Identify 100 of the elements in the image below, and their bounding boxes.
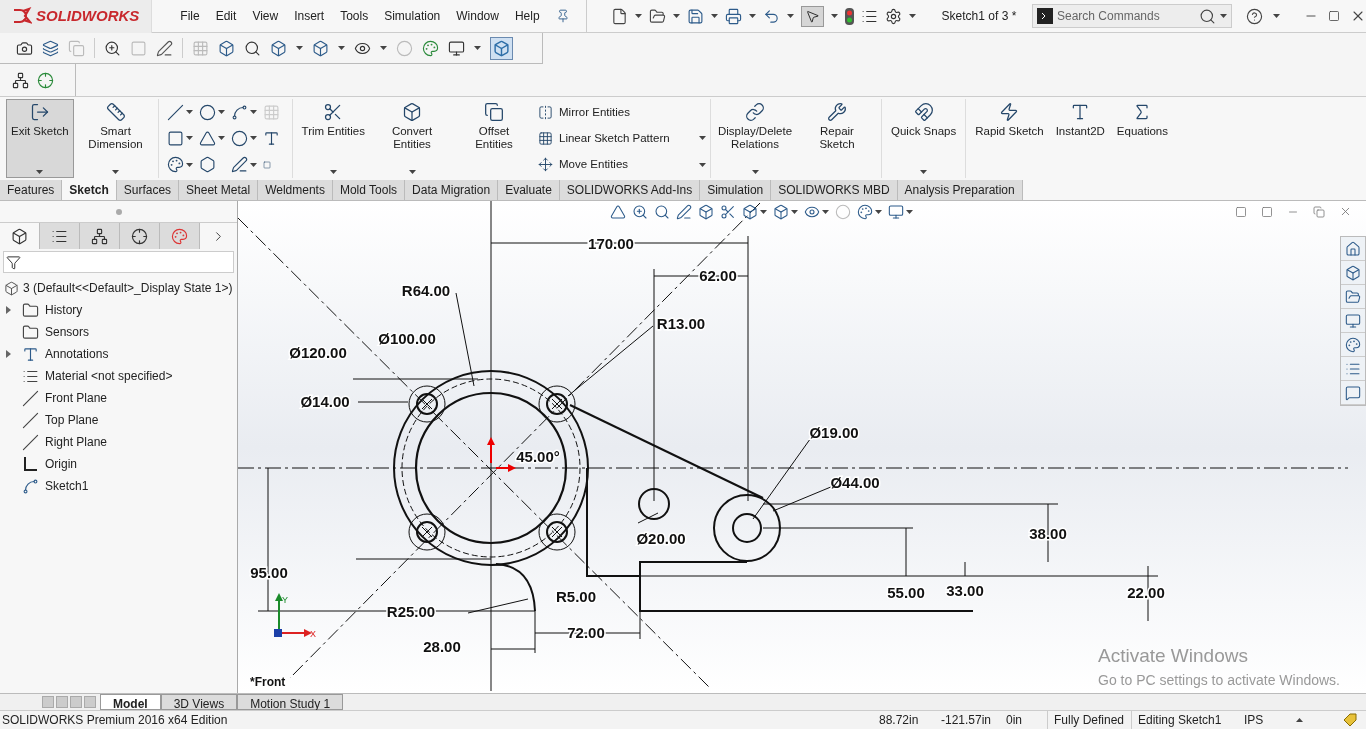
command-tab[interactable]: Features (0, 180, 63, 200)
command-tab[interactable]: Weldments (258, 180, 333, 200)
plane-icon[interactable] (22, 433, 39, 451)
ribbon-button[interactable]: Smart Dimension (75, 99, 156, 178)
rectangle-tool-icon[interactable] (166, 130, 184, 147)
ribbon-menu-item[interactable]: Linear Sketch Pattern (538, 129, 706, 148)
annotations-icon[interactable] (22, 345, 39, 363)
palette-icon[interactable] (166, 156, 184, 174)
line-tool-icon[interactable] (166, 103, 184, 121)
dimension-label[interactable]: R13.00 (656, 315, 706, 332)
layers-icon[interactable] (42, 39, 59, 57)
dimension-label[interactable]: R5.00 (556, 588, 596, 605)
caret-icon[interactable] (906, 210, 913, 214)
eye-icon[interactable] (804, 204, 820, 220)
caret-icon[interactable] (112, 170, 120, 174)
caret-icon[interactable] (830, 14, 838, 18)
tree-item[interactable]: Material <not specified> (6, 367, 173, 385)
section-view-icon[interactable] (218, 39, 235, 57)
panel-tab[interactable] (120, 223, 160, 249)
dimension-label[interactable]: Ø120.00 (289, 344, 347, 361)
caret-icon[interactable] (672, 14, 680, 18)
filter-field[interactable] (3, 251, 234, 273)
tree-item[interactable]: Sensors (6, 323, 90, 341)
restore-icon[interactable] (1328, 10, 1340, 22)
menu-item[interactable]: View (252, 7, 279, 25)
caret-icon[interactable] (217, 136, 225, 141)
dimension-label[interactable]: Ø14.00 (300, 393, 350, 410)
caret-icon[interactable] (380, 46, 387, 50)
new-document-icon[interactable] (610, 7, 628, 25)
caret-icon[interactable] (217, 110, 225, 115)
pen-icon[interactable] (156, 39, 173, 57)
dimension-label[interactable]: 62.00 (699, 267, 737, 284)
dimension-label[interactable]: Ø20.00 (636, 530, 686, 547)
pin-icon[interactable] (555, 9, 570, 23)
chat-icon[interactable] (1345, 384, 1361, 401)
caret-icon[interactable] (185, 110, 193, 115)
ribbon-button[interactable]: Quick Snaps (886, 99, 962, 178)
open-folder-icon[interactable] (648, 7, 666, 25)
caret-icon[interactable] (908, 14, 916, 18)
caret-icon[interactable] (1220, 14, 1227, 18)
command-tab[interactable]: Evaluate (498, 180, 560, 200)
caret-icon[interactable] (474, 46, 481, 50)
dimension-label[interactable]: Ø19.00 (809, 424, 859, 441)
centerline[interactable] (490, 201, 492, 691)
dimension-label[interactable]: 45.00° (516, 448, 560, 465)
caret-icon[interactable] (338, 46, 345, 50)
pen-icon[interactable] (676, 204, 692, 220)
display-style-icon[interactable] (773, 204, 789, 220)
home-icon[interactable] (1345, 240, 1361, 257)
caret-icon[interactable] (185, 162, 193, 167)
menu-item[interactable]: File (180, 7, 200, 25)
ribbon-button[interactable]: Exit Sketch (6, 99, 74, 178)
tree-item[interactable]: History (6, 301, 83, 319)
folder-icon[interactable] (22, 301, 39, 319)
panel-tab[interactable] (40, 223, 80, 249)
folder-icon[interactable] (1345, 288, 1361, 305)
caret-icon[interactable] (699, 136, 706, 141)
tree-item[interactable]: Annotations (6, 345, 109, 363)
ellipse-tool-icon[interactable] (230, 130, 248, 147)
folder-icon[interactable] (22, 323, 39, 341)
ribbon-button[interactable]: Instant2D (1050, 99, 1110, 178)
view-tab[interactable]: 3D Views (160, 694, 238, 710)
ribbon-button[interactable]: Trim Entities (296, 99, 370, 178)
units-menu[interactable]: IPS (1236, 711, 1296, 729)
expand-arrow-icon[interactable] (6, 306, 11, 314)
monitor-icon[interactable] (448, 39, 465, 57)
tree-item[interactable]: Sketch1 (6, 477, 89, 495)
zoom-icon[interactable] (104, 39, 121, 57)
command-tab[interactable]: Sheet Metal (179, 180, 259, 200)
display-style-icon[interactable] (312, 39, 329, 57)
printer-icon[interactable] (724, 7, 742, 25)
caret-icon[interactable] (634, 14, 642, 18)
undo-icon[interactable] (762, 7, 780, 25)
menu-item[interactable]: Tools (340, 7, 369, 25)
caret-icon[interactable] (699, 162, 706, 167)
command-tab[interactable]: Data Migration (405, 180, 499, 200)
save-icon[interactable] (686, 7, 704, 25)
ribbon-button[interactable]: Convert Entities (372, 99, 452, 178)
ribbon-button[interactable]: Repair Sketch (797, 99, 877, 178)
ribbon-button[interactable]: Rapid Sketch (970, 99, 1049, 178)
caret-icon[interactable] (1273, 14, 1280, 18)
caret-icon[interactable] (249, 110, 257, 115)
caret-icon[interactable] (751, 170, 759, 174)
dimension-label[interactable]: 22.00 (1127, 584, 1165, 601)
tree-item[interactable]: Origin (6, 455, 77, 473)
search-field[interactable]: Search Commands (1057, 7, 1199, 25)
ribbon-button[interactable]: Display/Delete Relations (715, 99, 795, 178)
caret-icon[interactable] (710, 14, 718, 18)
caret-up-icon[interactable] (1296, 718, 1303, 722)
dimension-label[interactable]: 38.00 (1029, 525, 1067, 542)
caret-icon[interactable] (822, 210, 829, 214)
scissors-icon[interactable] (720, 204, 736, 220)
command-tab[interactable]: SOLIDWORKS MBD (771, 180, 898, 200)
menu-item[interactable]: Edit (215, 7, 237, 25)
tile-icon[interactable] (1261, 205, 1273, 218)
dimension-label[interactable]: R25.00 (386, 603, 436, 620)
dimension-label[interactable]: 95.00 (250, 564, 288, 581)
caret-icon[interactable] (296, 46, 303, 50)
tile-icon[interactable] (1235, 205, 1247, 218)
caret-icon[interactable] (329, 170, 337, 174)
